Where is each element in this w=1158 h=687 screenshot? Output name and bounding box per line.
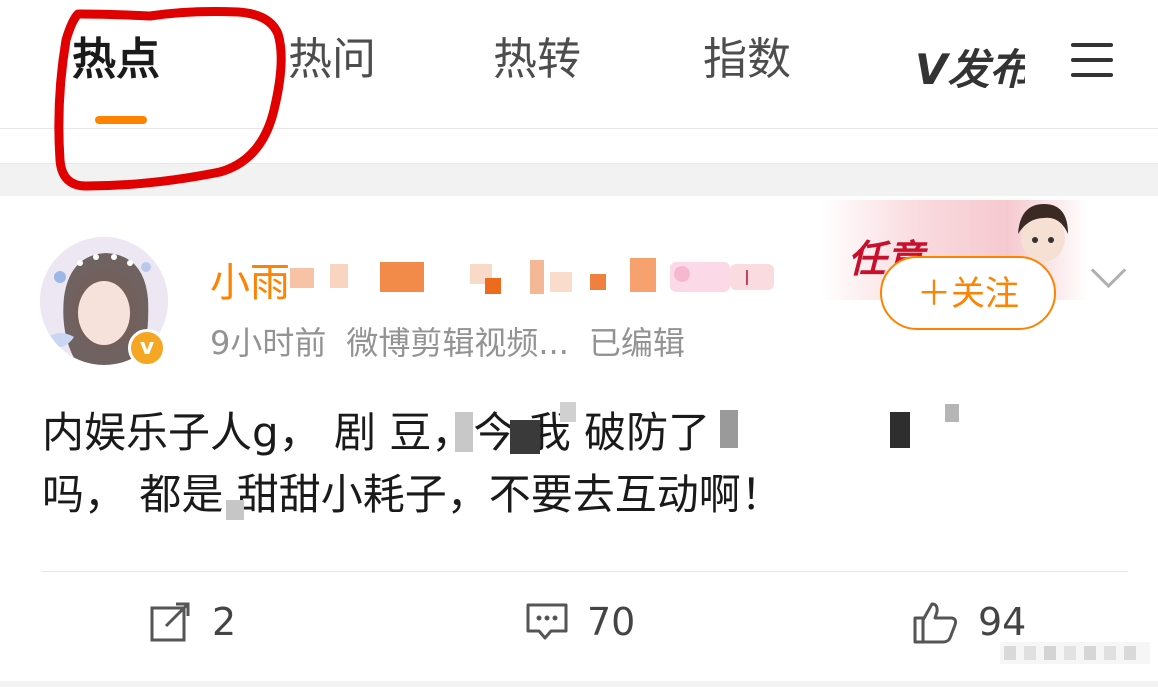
like-button[interactable]: 94	[912, 600, 1026, 644]
publish-logo-text: V发布	[915, 45, 1025, 88]
post-username[interactable]: 小雨	[210, 250, 290, 308]
tab-hot-reposts[interactable]: 热转	[493, 30, 581, 90]
post-content-line-2: 吗， 都是 甜甜小耗子，不要去互动啊！	[42, 470, 783, 519]
verified-badge-icon: v	[128, 329, 166, 367]
post-meta: 9小时前 微博剪辑视频... 已编辑	[210, 318, 705, 364]
content-redaction	[945, 404, 959, 422]
username-redaction-mosaic: I	[290, 258, 774, 294]
publish-logo-tab[interactable]: V发布	[915, 36, 1025, 88]
repost-icon	[150, 602, 190, 642]
content-redaction	[720, 410, 738, 448]
section-divider	[0, 163, 1158, 197]
content-redaction	[455, 412, 473, 452]
tab-index[interactable]: 指数	[703, 30, 791, 90]
repost-button[interactable]: 2	[150, 600, 236, 644]
tab-hot-questions[interactable]: 热问	[288, 30, 376, 90]
content-redaction	[226, 500, 244, 520]
follow-button[interactable]: ＋关注	[880, 256, 1056, 330]
content-redaction	[510, 420, 540, 454]
post-edited-label: 已编辑	[588, 324, 685, 362]
like-count: 94	[978, 600, 1027, 644]
comment-count: 70	[587, 600, 636, 644]
content-redaction	[560, 402, 576, 422]
content-redaction	[890, 412, 910, 448]
post-source[interactable]: 微博剪辑视频...	[346, 324, 569, 362]
menu-icon[interactable]	[1071, 43, 1113, 79]
post-time: 9小时前	[210, 324, 327, 362]
comment-button[interactable]: 70	[525, 600, 635, 644]
svg-text:I: I	[744, 266, 750, 290]
like-icon	[913, 602, 958, 644]
tab-hot[interactable]: 热点	[72, 30, 160, 90]
bottom-redaction-mosaic	[1000, 642, 1150, 664]
card-divider	[42, 571, 1128, 572]
active-tab-indicator	[95, 116, 147, 124]
top-tab-bar: 热点 热问 热转 指数 V发布	[0, 0, 1158, 129]
bottom-divider	[0, 681, 1158, 687]
comment-icon	[526, 603, 568, 640]
repost-count: 2	[212, 600, 237, 644]
